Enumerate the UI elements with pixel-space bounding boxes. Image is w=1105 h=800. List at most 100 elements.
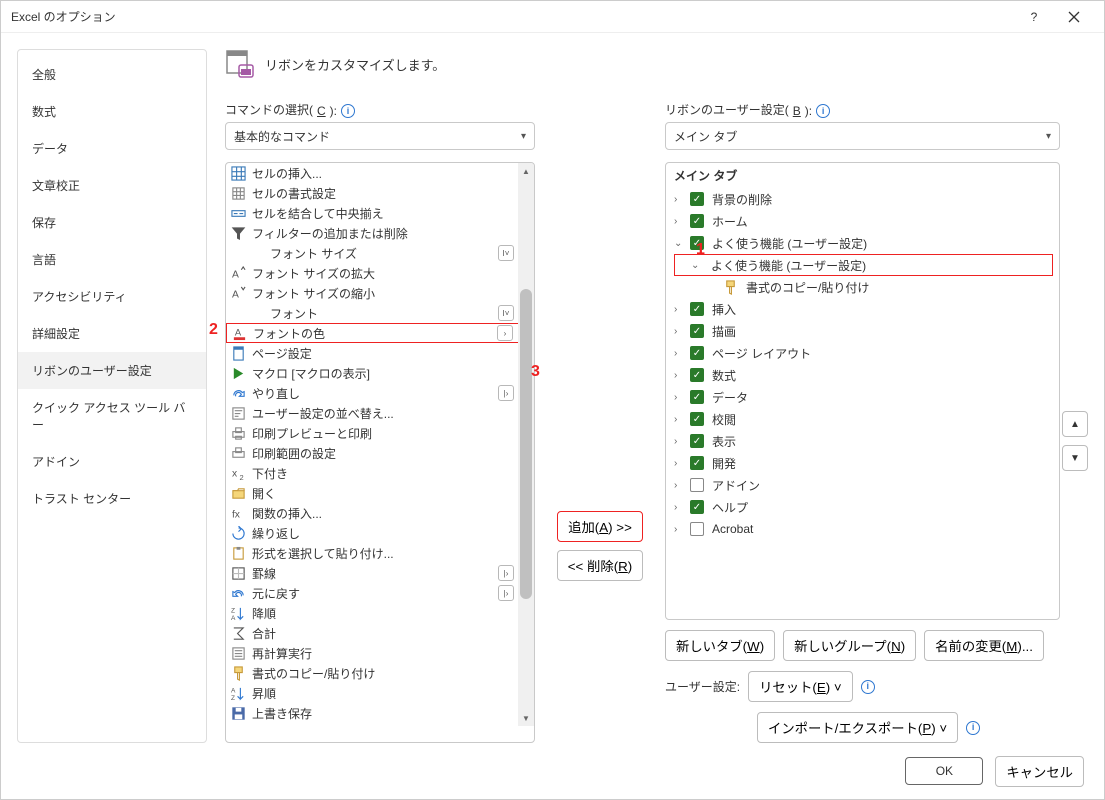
checkbox[interactable] [690, 214, 704, 228]
move-down-button[interactable]: ▼ [1062, 445, 1088, 471]
sidebar-item[interactable]: データ [18, 130, 206, 167]
command-item[interactable]: 開く [226, 483, 534, 503]
command-item[interactable]: 罫線|› [226, 563, 534, 583]
command-item[interactable]: ページ設定 [226, 343, 534, 363]
command-item[interactable]: Aフォント サイズの縮小 [226, 283, 534, 303]
disclose-icon[interactable]: › [674, 304, 686, 315]
command-item[interactable]: fx関数の挿入... [226, 503, 534, 523]
checkbox[interactable] [690, 368, 704, 382]
checkbox[interactable] [690, 412, 704, 426]
sidebar-item[interactable]: 数式 [18, 93, 206, 130]
command-item[interactable]: フォントI˅ [226, 303, 534, 323]
disclose-icon[interactable]: › [674, 524, 686, 535]
disclose-icon[interactable]: › [674, 436, 686, 447]
sidebar-item[interactable]: 言語 [18, 241, 206, 278]
command-item[interactable]: ZA降順 [226, 603, 534, 623]
sidebar-item[interactable]: 保存 [18, 204, 206, 241]
sidebar-item[interactable]: リボンのユーザー設定 [18, 352, 206, 389]
disclose-icon[interactable]: ⌄ [691, 260, 703, 271]
tree-row[interactable]: ›背景の削除 [674, 188, 1053, 210]
command-item[interactable]: 元に戻す|› [226, 583, 534, 603]
new-tab-button[interactable]: 新しいタブ(W) [665, 630, 775, 661]
tree-row[interactable]: ·書式のコピー/貼り付け [674, 276, 1053, 298]
command-item[interactable]: 合計 [226, 623, 534, 643]
checkbox[interactable] [690, 478, 704, 492]
disclose-icon[interactable]: ⌄ [674, 238, 686, 249]
scrollbar[interactable]: ▲ ▼ [518, 163, 534, 726]
tree-row[interactable]: ›Acrobat [674, 518, 1053, 540]
tree-row[interactable]: ›ヘルプ [674, 496, 1053, 518]
disclose-icon[interactable]: › [674, 458, 686, 469]
checkbox[interactable] [690, 192, 704, 206]
command-item[interactable]: マクロ [マクロの表示] [226, 363, 534, 383]
command-item[interactable]: Aフォント サイズの拡大 [226, 263, 534, 283]
command-item[interactable]: やり直し|› [226, 383, 534, 403]
command-item[interactable]: 再計算実行 [226, 643, 534, 663]
tree-row[interactable]: ›挿入 [674, 298, 1053, 320]
command-item[interactable]: AZ昇順 [226, 683, 534, 703]
sidebar-item[interactable]: 詳細設定 [18, 315, 206, 352]
help-button[interactable]: ? [1014, 1, 1054, 33]
tree-row[interactable]: ›アドイン [674, 474, 1053, 496]
tree-row[interactable]: ›ホーム [674, 210, 1053, 232]
command-item[interactable]: 書式のコピー/貼り付け [226, 663, 534, 683]
command-item[interactable]: x2下付き [226, 463, 534, 483]
checkbox[interactable] [690, 346, 704, 360]
sidebar-item[interactable]: クイック アクセス ツール バー [18, 389, 206, 443]
tree-row[interactable]: ›描画 [674, 320, 1053, 342]
command-item[interactable]: 繰り返し [226, 523, 534, 543]
tree-row[interactable]: ⌄よく使う機能 (ユーザー設定) [674, 232, 1053, 254]
disclose-icon[interactable]: › [674, 480, 686, 491]
command-item[interactable]: フォント サイズI˅ [226, 243, 534, 263]
close-button[interactable] [1054, 1, 1094, 33]
sidebar-item[interactable]: トラスト センター [18, 480, 206, 517]
info-icon[interactable]: i [341, 104, 355, 118]
disclose-icon[interactable]: › [674, 194, 686, 205]
new-group-button[interactable]: 新しいグループ(N) [783, 630, 916, 661]
tree-row[interactable]: ›開発 [674, 452, 1053, 474]
ribbon-combo[interactable]: メイン タブ ▾ [665, 122, 1060, 150]
tree-row[interactable]: ›データ [674, 386, 1053, 408]
info-icon[interactable]: i [861, 680, 875, 694]
move-up-button[interactable]: ▲ [1062, 411, 1088, 437]
tree-row[interactable]: ›ページ レイアウト [674, 342, 1053, 364]
checkbox[interactable] [690, 324, 704, 338]
tree-row[interactable]: ›表示 [674, 430, 1053, 452]
command-item[interactable]: Aフォントの色› [226, 323, 534, 343]
add-button[interactable]: 追加(A) >> [557, 511, 643, 542]
tree-row[interactable]: ›数式 [674, 364, 1053, 386]
commands-combo[interactable]: 基本的なコマンド ▾ [225, 122, 535, 150]
cancel-button[interactable]: キャンセル [995, 756, 1084, 787]
rename-button[interactable]: 名前の変更(M)... [924, 630, 1044, 661]
import-export-button[interactable]: インポート/エクスポート(P) ˅ [757, 712, 958, 743]
checkbox[interactable] [690, 302, 704, 316]
sidebar-item[interactable]: 全般 [18, 56, 206, 93]
command-item[interactable]: セルの書式設定 [226, 183, 534, 203]
disclose-icon[interactable]: › [674, 392, 686, 403]
checkbox[interactable] [690, 390, 704, 404]
disclose-icon[interactable]: › [674, 326, 686, 337]
info-icon[interactable]: i [966, 721, 980, 735]
command-item[interactable]: 上書き保存 [226, 703, 534, 723]
scroll-down-icon[interactable]: ▼ [518, 710, 534, 726]
reset-button[interactable]: リセット(E) ˅ [748, 671, 853, 702]
disclose-icon[interactable]: › [674, 502, 686, 513]
command-item[interactable]: 印刷プレビューと印刷 [226, 423, 534, 443]
checkbox[interactable] [690, 522, 704, 536]
command-item[interactable]: フィルターの追加または削除 [226, 223, 534, 243]
scroll-thumb[interactable] [520, 289, 532, 599]
disclose-icon[interactable]: › [674, 348, 686, 359]
commands-listbox[interactable]: セルの挿入...セルの書式設定セルを結合して中央揃えフィルターの追加または削除フ… [225, 162, 535, 743]
scroll-up-icon[interactable]: ▲ [518, 163, 534, 179]
tree-row[interactable]: ⌄よく使う機能 (ユーザー設定) [674, 254, 1053, 276]
info-icon[interactable]: i [816, 104, 830, 118]
checkbox[interactable] [690, 456, 704, 470]
checkbox[interactable] [690, 434, 704, 448]
command-item[interactable]: ユーザー設定の並べ替え... [226, 403, 534, 423]
disclose-icon[interactable]: › [674, 414, 686, 425]
command-item[interactable]: セルの挿入... [226, 163, 534, 183]
disclose-icon[interactable]: › [674, 216, 686, 227]
command-item[interactable]: 印刷範囲の設定 [226, 443, 534, 463]
ok-button[interactable]: OK [905, 757, 983, 785]
sidebar-item[interactable]: アクセシビリティ [18, 278, 206, 315]
